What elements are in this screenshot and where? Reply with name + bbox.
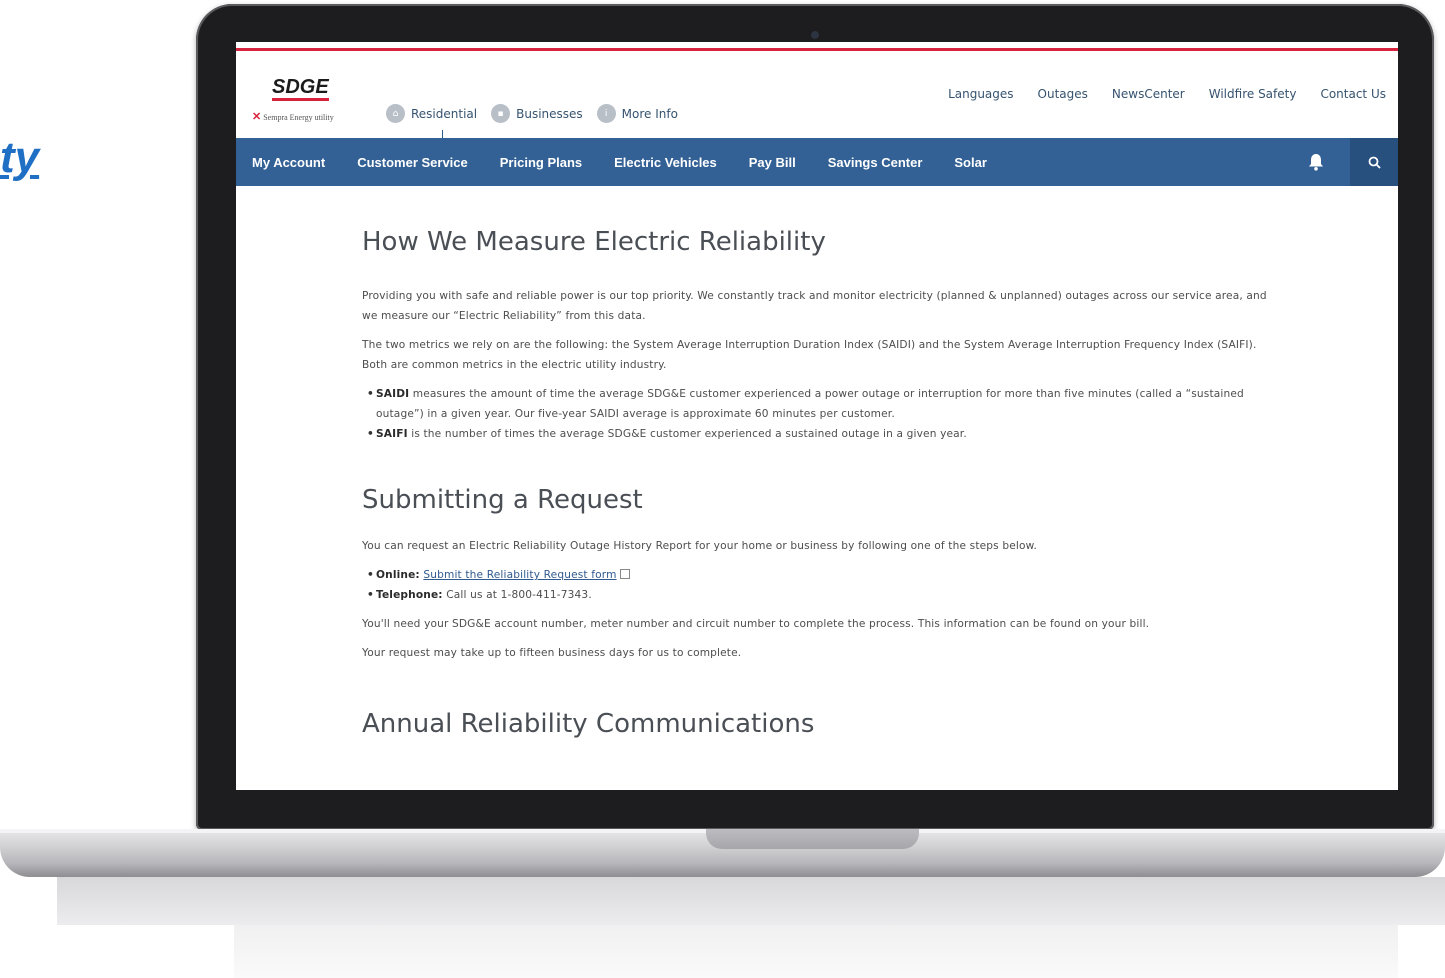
laptop-screen: SDGE ✕ Sempra Energy utility ⌂ Residenti… xyxy=(236,42,1398,790)
bell-icon[interactable] xyxy=(1308,153,1324,171)
measure-paragraph-2: The two metrics we rely on are the follo… xyxy=(362,339,1257,371)
heading-annual: Annual Reliability Communications xyxy=(362,709,815,739)
logo-subtitle: ✕ Sempra Energy utility xyxy=(252,110,334,123)
tab-residential-label: Residential xyxy=(411,106,478,121)
metrics-list: SAIDI measures the amount of time the av… xyxy=(362,384,1282,444)
request-paragraph-3: Your request may take up to fifteen busi… xyxy=(362,647,742,659)
link-languages[interactable]: Languages xyxy=(948,87,1013,101)
heading-measure: How We Measure Electric Reliability xyxy=(362,227,826,257)
utility-links: Languages Outages NewsCenter Wildfire Sa… xyxy=(948,87,1386,101)
tab-more-info-label: More Info xyxy=(621,106,678,121)
term-saidi: SAIDI xyxy=(376,388,410,400)
home-icon: ⌂ xyxy=(386,104,405,123)
online-label: Online: xyxy=(376,569,420,581)
nav-my-account[interactable]: My Account xyxy=(252,155,325,170)
laptop-notch xyxy=(706,829,919,849)
main-nav: My Account Customer Service Pricing Plan… xyxy=(236,138,1398,186)
measure-paragraph-1: Providing you with safe and reliable pow… xyxy=(362,290,1267,322)
active-tab-indicator xyxy=(442,130,443,138)
nav-pricing-plans[interactable]: Pricing Plans xyxy=(500,155,582,170)
telephone-text: Call us at 1-800-411-7343. xyxy=(442,589,592,601)
link-outages[interactable]: Outages xyxy=(1038,87,1088,101)
nav-pay-bill[interactable]: Pay Bill xyxy=(749,155,796,170)
request-steps-list: Online: Submit the Reliability Request f… xyxy=(362,565,1282,605)
nav-customer-service[interactable]: Customer Service xyxy=(357,155,468,170)
laptop-camera xyxy=(811,31,819,39)
logo-subtitle-text: Sempra Energy utility xyxy=(263,113,334,122)
request-paragraph-2: You'll need your SDG&E account number, m… xyxy=(362,618,1150,630)
building-icon: ▪ xyxy=(491,104,511,123)
partial-heading-link[interactable]: ty xyxy=(0,132,39,184)
tab-more-info[interactable]: i More Info xyxy=(596,104,678,123)
list-item: SAIDI measures the amount of time the av… xyxy=(362,384,1282,424)
laptop-reflection xyxy=(57,877,1445,925)
nav-savings-center[interactable]: Savings Center xyxy=(828,155,923,170)
nav-electric-vehicles[interactable]: Electric Vehicles xyxy=(614,155,717,170)
laptop-reflection-lower xyxy=(234,925,1398,978)
telephone-label: Telephone: xyxy=(376,589,443,601)
sempra-mark-icon: ✕ xyxy=(252,111,262,123)
nav-solar[interactable]: Solar xyxy=(954,155,987,170)
request-paragraph-1: You can request an Electric Reliability … xyxy=(362,540,1037,552)
heading-request: Submitting a Request xyxy=(362,485,643,515)
search-button[interactable] xyxy=(1350,138,1398,186)
link-wildfire-safety[interactable]: Wildfire Safety xyxy=(1209,87,1297,101)
list-item: Online: Submit the Reliability Request f… xyxy=(362,565,1282,585)
term-saifi: SAIFI xyxy=(376,428,408,440)
brand-top-line xyxy=(236,48,1398,51)
main-content: How We Measure Electric Reliability Prov… xyxy=(362,224,1282,742)
saidi-text: measures the amount of time the average … xyxy=(376,388,1244,420)
tab-businesses[interactable]: ▪ Businesses xyxy=(491,104,583,123)
reliability-request-form-link[interactable]: Submit the Reliability Request form xyxy=(423,569,616,581)
logo-wordmark: SDGE xyxy=(272,76,329,101)
search-icon xyxy=(1368,156,1381,169)
tab-residential[interactable]: ⌂ Residential xyxy=(386,104,478,138)
list-item: SAIFI is the number of times the average… xyxy=(362,424,1282,444)
info-icon: i xyxy=(596,104,616,123)
saifi-text: is the number of times the average SDG&E… xyxy=(407,428,967,440)
link-contact-us[interactable]: Contact Us xyxy=(1320,87,1386,101)
external-link-icon xyxy=(619,569,630,579)
tab-businesses-label: Businesses xyxy=(516,106,583,121)
list-item: Telephone: Call us at 1-800-411-7343. xyxy=(362,585,1282,605)
link-newscenter[interactable]: NewsCenter xyxy=(1112,87,1185,101)
segment-tabs: ⌂ Residential ▪ Businesses i More Info xyxy=(386,104,678,138)
sdge-logo[interactable]: SDGE ✕ Sempra Energy utility xyxy=(252,76,362,126)
